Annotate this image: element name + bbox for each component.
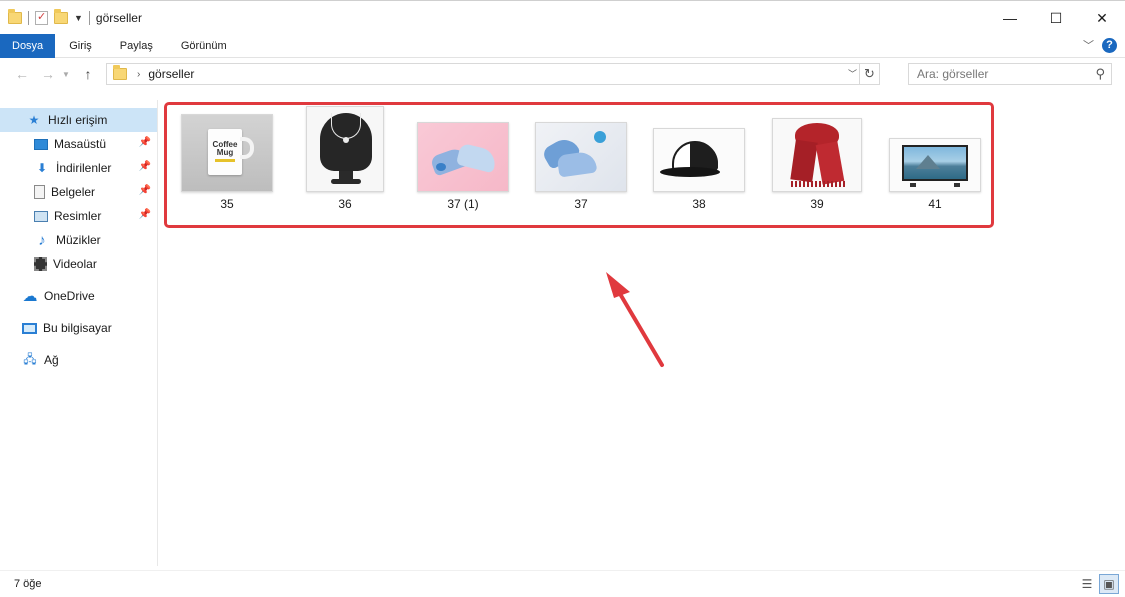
- large-icons-view-icon[interactable]: ▣: [1099, 574, 1119, 594]
- arrow-shaft: [614, 285, 664, 367]
- annotation-arrow: [606, 272, 664, 367]
- arrow-head: [606, 272, 630, 298]
- details-view-icon[interactable]: ☰: [1077, 574, 1097, 594]
- status-bar: 7 öğe ☰ ▣: [0, 570, 1125, 597]
- item-count: 7 öğe: [14, 578, 42, 590]
